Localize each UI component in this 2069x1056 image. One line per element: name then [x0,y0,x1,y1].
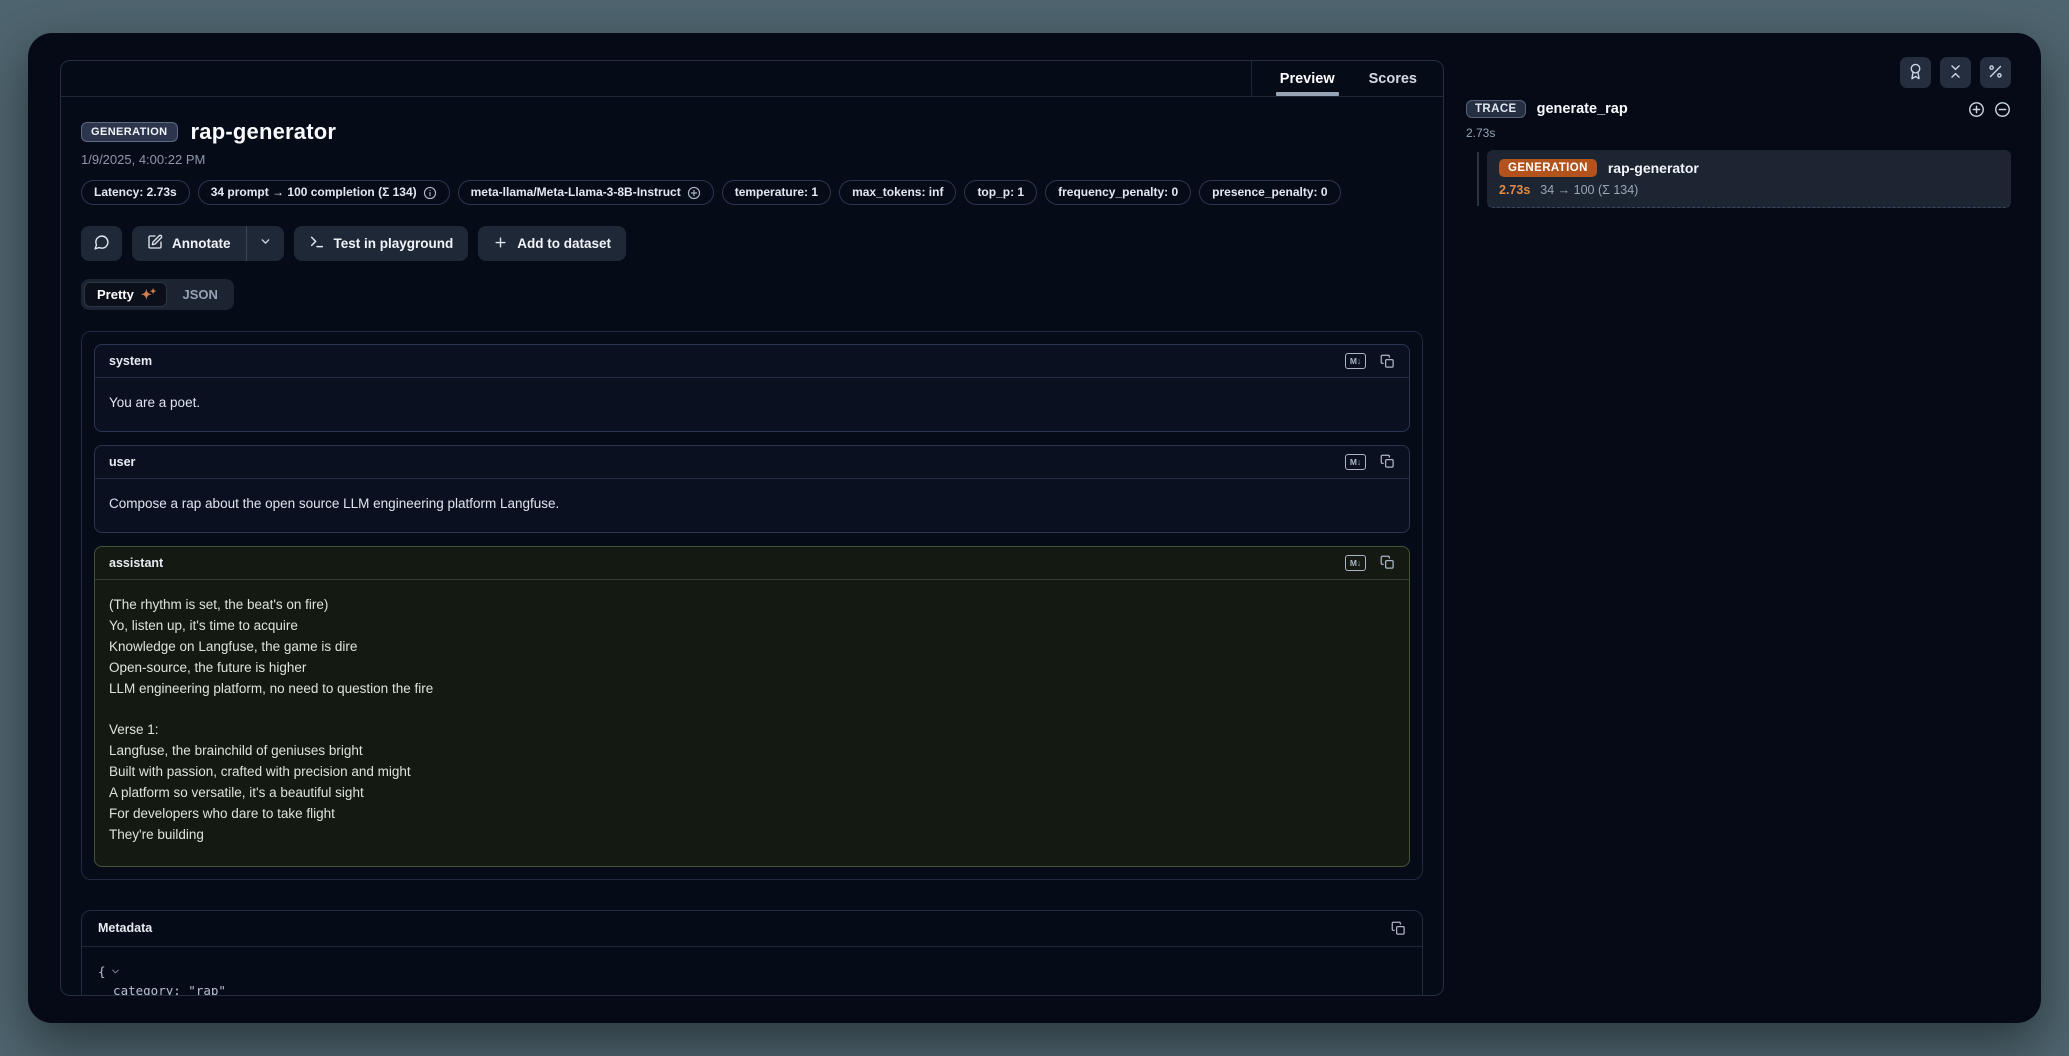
message-content: (The rhythm is set, the beat's on fire) … [95,580,1409,866]
top-p-pill: top_p: 1 [964,180,1037,205]
pretty-label: Pretty [97,287,134,302]
percent-button[interactable] [1980,57,2011,88]
expand-all-icon[interactable] [1968,101,1985,118]
message-content: You are a poet. [95,378,1409,431]
markdown-toggle-icon[interactable]: M↓ [1345,454,1366,470]
app-window: Preview Scores GENERATION rap-generator … [28,33,2041,1023]
observation-type-badge: GENERATION [81,122,178,142]
annotate-split-button: Annotate [132,226,284,261]
scores-award-button[interactable] [1900,57,1931,88]
message-assistant: assistant M↓ (The rhythm is set, the bea… [94,546,1410,867]
add-to-dataset-label: Add to dataset [517,236,611,251]
observation-preview-panel: Preview Scores GENERATION rap-generator … [60,60,1444,996]
award-icon [1907,63,1924,83]
add-to-dataset-button[interactable]: Add to dataset [478,226,626,261]
role-label: assistant [109,556,163,570]
tree-node-rap-generator[interactable]: GENERATION rap-generator 2.73s 34 → 100 … [1487,150,2011,208]
model-pill: meta-llama/Meta-Llama-3-8B-Instruct [458,180,714,205]
trace-name: generate_rap [1537,101,1628,117]
chevrons-collapse-icon [1947,63,1964,83]
node-tokens: 34 → 100 (Σ 134) [1540,183,1638,197]
collapse-chevron-icon[interactable] [110,966,121,977]
temperature-pill: temperature: 1 [722,180,831,205]
node-latency: 2.73s [1499,183,1530,197]
plus-icon [493,235,508,253]
metadata-title: Metadata [98,921,152,935]
observation-detail: GENERATION rap-generator 1/9/2025, 4:00:… [61,97,1443,995]
toggle-pretty[interactable]: Pretty ✦✦ [84,282,167,307]
json-open-brace: { [98,962,106,981]
messages-card: system M↓ You are a poet. [81,331,1423,880]
copy-icon[interactable] [1380,454,1395,469]
presence-penalty-pill: presence_penalty: 0 [1199,180,1340,205]
metadata-json: { category: "rap" } [82,947,1422,995]
actions-row: Annotate [81,226,1423,261]
tab-scores[interactable]: Scores [1369,61,1417,96]
toggle-json[interactable]: JSON [169,282,230,307]
role-label: system [109,354,152,368]
max-tokens-pill: max_tokens: inf [839,180,956,205]
json-entry: category: "rap" [98,981,1406,995]
role-label: user [109,455,135,469]
generation-type-badge: GENERATION [1499,159,1597,177]
chevron-down-icon [259,235,272,253]
edit-icon [147,234,163,253]
annotate-label: Annotate [172,236,231,251]
message-content: Compose a rap about the open source LLM … [95,479,1409,532]
collapse-button[interactable] [1940,57,1971,88]
trace-tree: GENERATION rap-generator 2.73s 34 → 100 … [1466,150,2011,208]
playground-button[interactable]: Test in playground [294,226,469,261]
sparkles-icon: ✦✦ [141,288,155,301]
model-name-label: meta-llama/Meta-Llama-3-8B-Instruct [471,184,681,201]
annotate-button[interactable]: Annotate [132,226,246,261]
trace-type-badge: TRACE [1466,100,1526,118]
token-usage-pill: 34 prompt → 100 completion (Σ 134) [198,180,450,205]
annotate-dropdown-button[interactable] [247,226,284,261]
trace-header-row: TRACE generate_rap [1466,100,2011,118]
collapse-all-icon[interactable] [1994,101,2011,118]
terminal-icon [309,234,325,253]
trace-latency: 2.73s [1466,126,2011,140]
tabs-container: Preview Scores [1251,61,1443,96]
plus-circle-icon[interactable] [687,186,701,200]
latency-pill: Latency: 2.73s [81,180,190,205]
info-icon[interactable] [423,186,437,200]
playground-label: Test in playground [334,236,454,251]
token-usage-label: 34 prompt → 100 completion (Σ 134) [211,184,417,201]
trace-panel-controls [1466,57,2011,88]
message-user: user M↓ Compose a rap about the open sou… [94,445,1410,533]
preview-tabs-bar: Preview Scores [61,61,1443,97]
page-title: rap-generator [191,119,337,145]
message-system: system M↓ You are a poet. [94,344,1410,432]
frequency-penalty-pill: frequency_penalty: 0 [1045,180,1191,205]
copy-icon[interactable] [1380,354,1395,369]
markdown-toggle-icon[interactable]: M↓ [1345,353,1366,369]
tab-preview[interactable]: Preview [1280,61,1335,96]
observation-timestamp: 1/9/2025, 4:00:22 PM [81,152,1423,167]
copy-icon[interactable] [1391,921,1406,936]
comment-icon [93,234,110,254]
trace-tree-panel: TRACE generate_rap 2.73s GENERAT [1466,57,2011,208]
stats-pills-row: Latency: 2.73s 34 prompt → 100 completio… [81,180,1423,205]
metadata-card: Metadata { [81,910,1423,995]
copy-icon[interactable] [1380,555,1395,570]
percent-icon [1987,63,2004,83]
comment-button[interactable] [81,226,122,261]
node-name: rap-generator [1608,160,1699,176]
view-toggle: Pretty ✦✦ JSON [81,279,234,310]
markdown-toggle-icon[interactable]: M↓ [1345,555,1366,571]
